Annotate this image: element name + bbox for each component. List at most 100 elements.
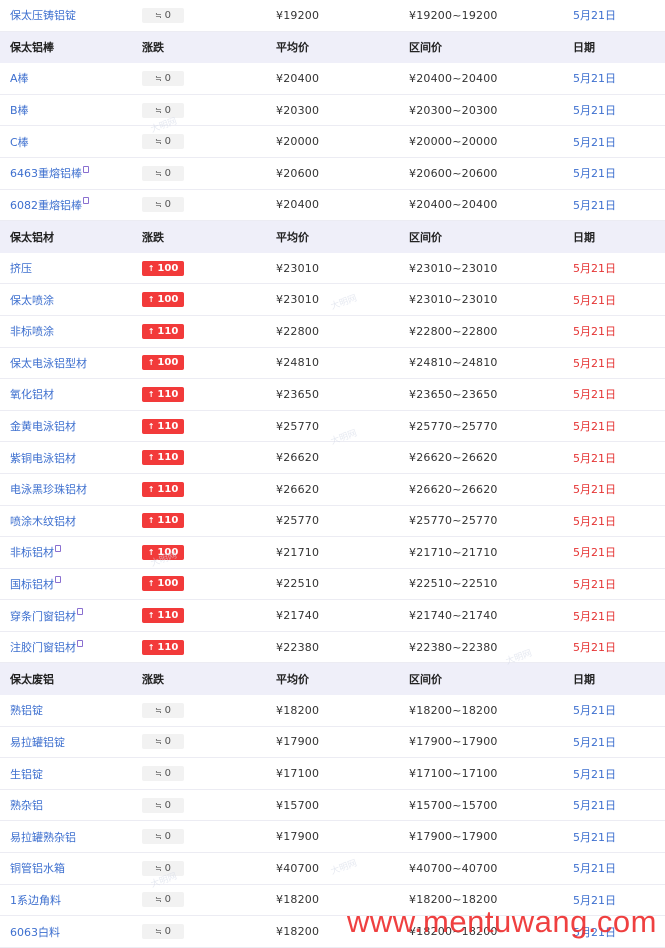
product-link[interactable]: 熟杂铝 <box>10 797 43 813</box>
change-cell: ↑ 110 <box>142 316 262 347</box>
change-value: 0 <box>164 136 172 148</box>
range-high: 20400 <box>461 198 498 212</box>
product-name-cell: 6463重熔铝棒 <box>10 158 136 189</box>
change-cell: ↑ 110 <box>142 600 262 631</box>
product-link[interactable]: 国标铝材 <box>10 576 54 592</box>
arrow-up-icon: ↑ <box>147 579 155 589</box>
range-high: 18200 <box>461 893 498 907</box>
range-high: 25770 <box>461 514 498 528</box>
product-link[interactable]: 保太压铸铝锭 <box>10 7 76 23</box>
price-range: ¥ 15700 ~15700 <box>409 790 559 821</box>
range-low: 24810 <box>416 356 453 370</box>
product-link[interactable]: 喷涂木纹铝材 <box>10 513 76 529</box>
product-link[interactable]: 电泳黑珍珠铝材 <box>10 481 87 497</box>
change-value: 110 <box>157 325 179 337</box>
date-value: 5月21日 <box>573 167 616 181</box>
product-link[interactable]: 保太电泳铝型材 <box>10 355 87 371</box>
date-value: 5月21日 <box>573 262 616 276</box>
date-value: 5月21日 <box>573 325 616 339</box>
change-cell: ≒ 0 <box>142 95 262 126</box>
table-row: 挤压 ↑ 100 ¥ 23010 ¥ 23010 ~23010 5月21日 <box>0 252 665 285</box>
date-value: 5月21日 <box>573 420 616 434</box>
range-separator: ~ <box>452 8 462 22</box>
currency-symbol: ¥ <box>409 767 417 781</box>
average-price: ¥ 20000 <box>276 126 396 157</box>
range-separator: ~ <box>452 166 462 180</box>
average-price: ¥ 40700 <box>276 853 396 884</box>
pinned-icon <box>83 165 89 173</box>
product-link[interactable]: 非标喷涂 <box>10 323 54 339</box>
product-link[interactable]: 氧化铝材 <box>10 386 54 402</box>
currency-symbol: ¥ <box>409 893 417 907</box>
product-link[interactable]: A棒 <box>10 70 29 86</box>
product-link[interactable]: 非标铝材 <box>10 544 54 560</box>
currency-symbol: ¥ <box>276 893 284 907</box>
range-separator: ~ <box>452 703 462 717</box>
currency-symbol: ¥ <box>276 482 284 496</box>
product-link[interactable]: 保太喷涂 <box>10 292 54 308</box>
product-link[interactable]: 1系边角料 <box>10 892 61 908</box>
product-link[interactable]: 穿条门窗铝材 <box>10 608 76 624</box>
change-cell: ↑ 100 <box>142 569 262 600</box>
range-separator: ~ <box>452 514 462 528</box>
product-link[interactable]: 注胶门窗铝材 <box>10 639 76 655</box>
currency-symbol: ¥ <box>409 735 417 749</box>
date-value: 5月21日 <box>573 483 616 497</box>
product-link[interactable]: 易拉罐熟杂铝 <box>10 829 76 845</box>
average-price: ¥ 17900 <box>276 821 396 852</box>
currency-symbol: ¥ <box>409 387 417 401</box>
section-header: 保太铝材 涨跌 平均价 区间价 日期 <box>0 221 665 253</box>
range-separator: ~ <box>452 451 462 465</box>
pinned-icon <box>77 639 83 647</box>
product-link[interactable]: 6082重熔铝棒 <box>10 197 82 213</box>
range-separator: ~ <box>452 767 462 781</box>
range-low: 23010 <box>416 293 453 307</box>
product-link[interactable]: 6063白料 <box>10 924 60 940</box>
range-separator: ~ <box>452 293 462 307</box>
product-link[interactable]: C棒 <box>10 134 29 150</box>
product-link[interactable]: 金黄电泳铝材 <box>10 418 76 434</box>
product-link[interactable]: 铜管铝水箱 <box>10 860 65 876</box>
average-price-value: 20000 <box>283 135 320 149</box>
price-range: ¥ 40700 ~40700 <box>409 853 559 884</box>
product-link[interactable]: 挤压 <box>10 260 32 276</box>
product-name-cell: 穿条门窗铝材 <box>10 600 136 631</box>
column-header-average: 平均价 <box>276 673 309 687</box>
currency-symbol: ¥ <box>409 482 417 496</box>
date-cell: 5月21日 <box>573 885 653 916</box>
currency-symbol: ¥ <box>409 577 417 591</box>
average-price: ¥ 23650 <box>276 379 396 410</box>
change-cell: ↑ 110 <box>142 379 262 410</box>
date-value: 5月21日 <box>573 451 616 465</box>
change-cell: ≒ 0 <box>142 885 262 916</box>
product-link[interactable]: 易拉罐铝锭 <box>10 734 65 750</box>
range-separator: ~ <box>452 135 462 149</box>
table-row: 熟杂铝 ≒ 0 ¥ 15700 ¥ 15700 ~15700 5月21日 <box>0 790 665 822</box>
range-high: 25770 <box>461 419 498 433</box>
date-cell: 5月21日 <box>573 695 653 726</box>
change-cell: ↑ 100 <box>142 253 262 284</box>
change-value: 0 <box>164 894 172 906</box>
currency-symbol: ¥ <box>276 640 284 654</box>
change-cell: ≒ 0 <box>142 63 262 94</box>
product-link[interactable]: 6463重熔铝棒 <box>10 165 82 181</box>
range-low: 26620 <box>416 482 453 496</box>
currency-symbol: ¥ <box>276 166 284 180</box>
currency-symbol: ¥ <box>409 703 417 717</box>
product-link[interactable]: 紫铜电泳铝材 <box>10 450 76 466</box>
change-value: 110 <box>157 515 179 527</box>
approx-equal-icon: ≒ <box>154 800 162 810</box>
average-price-value: 17900 <box>283 735 320 749</box>
product-link[interactable]: 生铝锭 <box>10 766 43 782</box>
change-cell: ≒ 0 <box>142 158 262 189</box>
date-cell: 5月21日 <box>573 506 653 537</box>
range-high: 20000 <box>461 135 498 149</box>
change-cell: ≒ 0 <box>142 821 262 852</box>
arrow-up-icon: ↑ <box>147 453 155 463</box>
product-link[interactable]: 熟铝锭 <box>10 702 43 718</box>
product-link[interactable]: B棒 <box>10 102 29 118</box>
product-name-cell: 1系边角料 <box>10 885 136 916</box>
pinned-icon <box>83 197 89 205</box>
average-price-value: 22510 <box>283 577 320 591</box>
currency-symbol: ¥ <box>276 103 284 117</box>
